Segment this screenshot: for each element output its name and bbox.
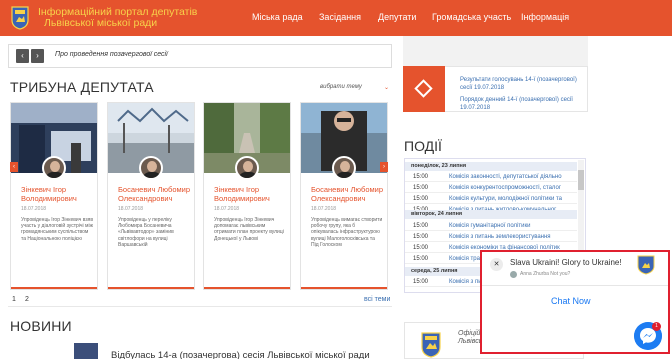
card-accent-line (11, 287, 97, 289)
event-name[interactable]: Комісія гуманітарної політики (449, 221, 530, 231)
event-day-header: понеділок, 23 липня (405, 162, 577, 171)
nav-city-council[interactable]: Міська рада (252, 12, 303, 22)
chat-greeting: Slava Ukraini! Glory to Ukraine! (510, 258, 622, 267)
lviv-crest-icon (637, 255, 655, 275)
close-icon[interactable]: ✕ (490, 258, 503, 271)
lviv-crest-icon (421, 332, 441, 358)
all-topics-link[interactable]: всі теми (364, 296, 390, 303)
page: Інформаційний портал депутатів Львівсько… (0, 0, 672, 359)
page-link-2[interactable]: 2 (25, 296, 29, 303)
avatar (235, 156, 259, 180)
vote-results-link[interactable]: Результати голосувань 14-ї (позачергової… (460, 77, 580, 92)
card-date: 18.07.2018 (214, 206, 240, 212)
select-topic-link[interactable]: вибрати тему (320, 84, 362, 90)
event-time: 15:00 (413, 245, 429, 251)
nav-sessions[interactable]: Засідання (319, 12, 361, 22)
chevron-left-icon[interactable]: ‹ (16, 49, 29, 63)
avatar (42, 156, 66, 180)
deputy-card[interactable]: Зінкевич Ігор Володимирович 18.07.2018 У… (10, 102, 98, 290)
announcement-bar: ‹ › Про проведення позачергової сесії (8, 44, 392, 68)
event-row[interactable]: 15:00 Комісія культури, молодіжної політи… (405, 194, 577, 204)
nav-information[interactable]: Інформація (521, 12, 569, 22)
site-title-line2: Львівської міської ради (44, 17, 158, 29)
lviv-crest-icon[interactable] (10, 6, 30, 30)
event-time: 15:00 (413, 196, 429, 202)
event-time: 15:00 (413, 223, 429, 229)
card-description[interactable]: Упровіденць Ігор Зінкевич взяв участь у … (21, 217, 93, 242)
right-top-panel (403, 36, 588, 66)
card-author[interactable]: Зінкевич Ігор Володимирович (21, 185, 97, 203)
event-row[interactable]: 15:00 Комісія законності, депутатської ді… (405, 172, 577, 182)
event-row[interactable]: 15:00 Комісія гуманітарної політики (405, 221, 577, 231)
nav-public-participation[interactable]: Громадська участь (432, 12, 511, 22)
site-title[interactable]: Інформаційний портал депутатів Львівсько… (38, 7, 197, 29)
card-author[interactable]: Зінкевич Ігор Володимирович (214, 185, 290, 203)
news-headline[interactable]: Відбулась 14-а (позачергова) сесія Львів… (111, 350, 370, 359)
layers-icon (403, 66, 445, 112)
deputy-card[interactable]: Босаневич Любомир Олександрович 18.07.20… (107, 102, 195, 290)
news-title: НОВИНИ (10, 318, 72, 334)
avatar (332, 156, 356, 180)
announcement-text[interactable]: Про проведення позачергової сесії (55, 51, 168, 58)
chevron-right-icon[interactable]: › (31, 49, 44, 63)
deputy-card[interactable]: Босаневич Любомир Олександрович 18.07.20… (300, 102, 388, 290)
event-time: 15:00 (413, 256, 429, 262)
divider (8, 306, 392, 307)
chat-now-button[interactable]: Chat Now (551, 296, 591, 306)
notification-badge: 1 (652, 322, 661, 331)
chat-user-line[interactable]: Anna Zhurba Not you? (520, 271, 570, 277)
avatar (139, 156, 163, 180)
news-thumbnail[interactable] (74, 343, 98, 359)
carousel-next-icon[interactable]: › (380, 162, 388, 172)
card-date: 18.07.2018 (21, 206, 47, 212)
divider (482, 285, 668, 286)
event-time: 15:00 (413, 174, 429, 180)
card-description[interactable]: Упровіденць вимагає створити робочу груп… (311, 217, 383, 248)
card-description[interactable]: Упровіденць Ігор Зінкевич допомагає льві… (214, 217, 286, 242)
event-time: 15:00 (413, 185, 429, 191)
card-accent-line (108, 287, 194, 289)
event-time: 15:00 (413, 279, 429, 285)
chevron-down-icon[interactable]: ⌄ (384, 84, 389, 91)
event-name[interactable]: Комісія законності, депутатської діяльно (449, 172, 562, 182)
card-author[interactable]: Босаневич Любомир Олександрович (118, 185, 194, 203)
deputy-card[interactable]: Зінкевич Ігор Володимирович 18.07.2018 У… (203, 102, 291, 290)
card-accent-line (301, 287, 387, 289)
events-scrollbar-thumb[interactable] (578, 170, 584, 190)
card-accent-line (204, 287, 290, 289)
agenda-link[interactable]: Порядок денний 14-ї (позачергової) сесії… (460, 97, 580, 112)
card-description[interactable]: Упровіденць у переліку Любомира Босаневи… (118, 217, 190, 248)
event-name[interactable]: Комісія конкурентоспроможності, сталог (449, 183, 561, 193)
page-link-1[interactable]: 1 (12, 296, 16, 303)
event-time: 15:00 (413, 234, 429, 240)
event-row[interactable]: 15:00 Комісія з питань землекористування (405, 232, 577, 242)
card-date: 18.07.2018 (118, 206, 144, 212)
event-day-header: вівторок, 24 липня (405, 210, 577, 219)
event-name[interactable]: Комісія культури, молодіжної політики та (449, 194, 562, 204)
user-avatar (510, 271, 517, 278)
carousel-prev-icon[interactable]: ‹ (10, 162, 18, 172)
card-date: 18.07.2018 (311, 206, 337, 212)
events-title: ПОДІЇ (404, 138, 442, 154)
nav-deputies[interactable]: Депутати (378, 12, 416, 22)
tribune-title: ТРИБУНА ДЕПУТАТА (10, 79, 154, 95)
event-name[interactable]: Комісія з питань землекористування (449, 232, 551, 242)
card-author[interactable]: Босаневич Любомир Олександрович (311, 185, 387, 203)
event-row[interactable]: 15:00 Комісія конкурентоспроможності, ста… (405, 183, 577, 193)
